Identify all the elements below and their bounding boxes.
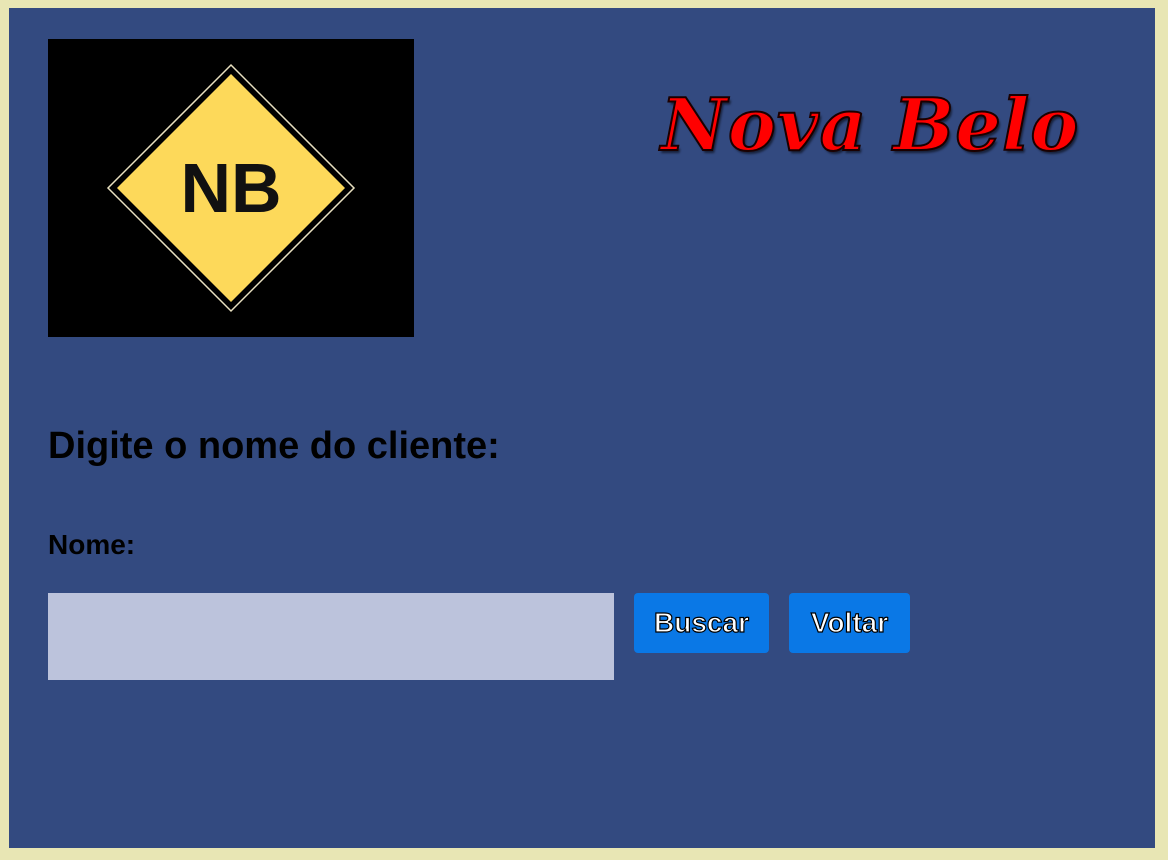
brand-title: Nova Belo xyxy=(660,81,1080,168)
back-button[interactable]: Voltar xyxy=(789,593,910,653)
name-input[interactable] xyxy=(48,593,614,680)
name-label: Nome: xyxy=(48,529,136,560)
main-panel: NB Nova Belo Digite o nome do cliente: N… xyxy=(9,8,1155,848)
logo-text: NB xyxy=(180,149,281,227)
search-button[interactable]: Buscar xyxy=(634,593,769,653)
logo-diamond-icon: NB xyxy=(106,63,356,313)
brand-logo: NB xyxy=(48,39,414,337)
form-heading: Digite o nome do cliente: xyxy=(48,425,500,467)
